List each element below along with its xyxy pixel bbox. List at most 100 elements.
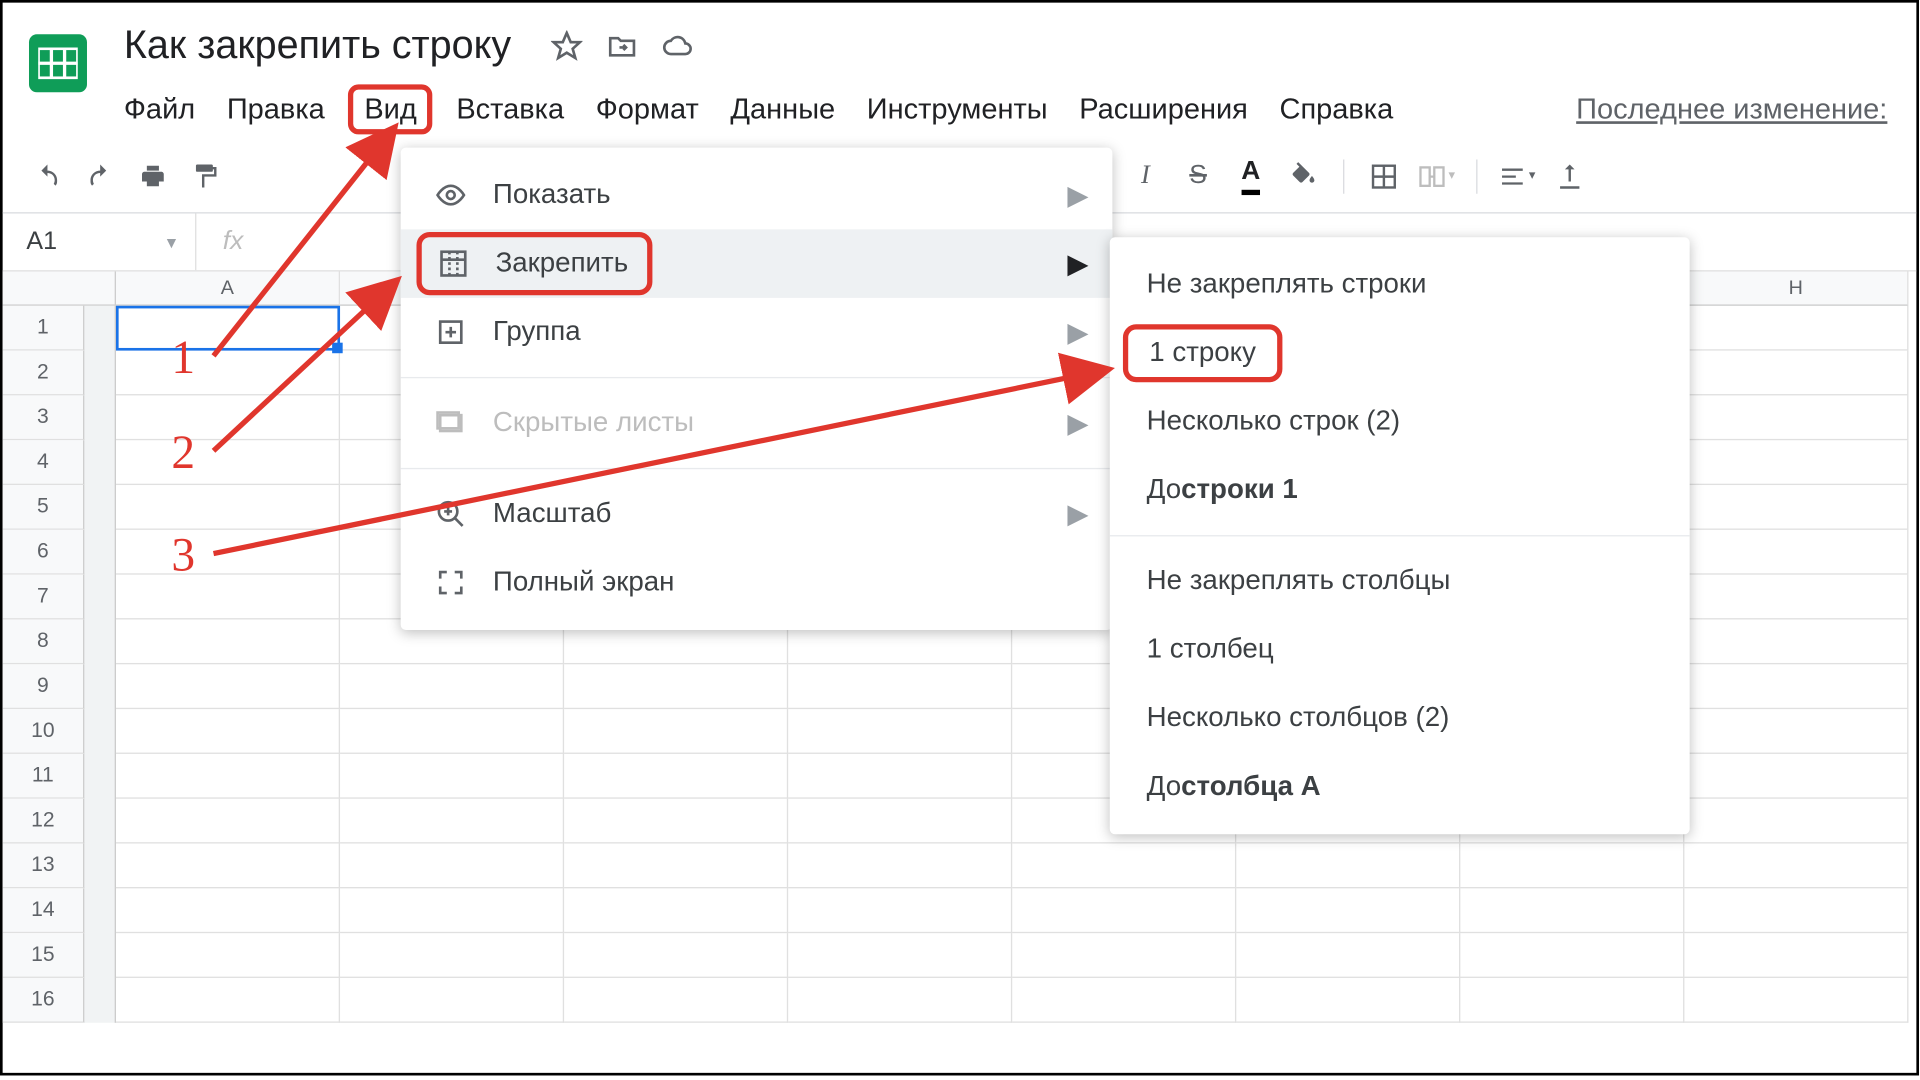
menu-extensions[interactable]: Расширения bbox=[1079, 92, 1248, 126]
cell[interactable] bbox=[564, 709, 788, 754]
row-header[interactable]: 10 bbox=[3, 709, 85, 754]
menu-freeze[interactable]: Закрепить ▶ bbox=[401, 229, 1113, 298]
cell[interactable] bbox=[1684, 351, 1908, 396]
menu-zoom[interactable]: Масштаб ▶ bbox=[401, 480, 1113, 549]
cell[interactable] bbox=[1012, 933, 1236, 978]
fill-color-button[interactable] bbox=[1285, 158, 1322, 195]
cell[interactable] bbox=[1684, 485, 1908, 530]
row-header[interactable]: 4 bbox=[3, 440, 85, 485]
fill-handle[interactable] bbox=[332, 343, 343, 354]
cell[interactable] bbox=[564, 933, 788, 978]
freeze-1-row[interactable]: 1 строку bbox=[1110, 319, 1690, 388]
cell[interactable] bbox=[340, 709, 564, 754]
cell[interactable] bbox=[788, 754, 1012, 799]
last-edit-link[interactable]: Последнее изменение: bbox=[1576, 92, 1890, 126]
cell[interactable] bbox=[1684, 978, 1908, 1023]
star-icon[interactable] bbox=[551, 30, 583, 62]
name-box-dropdown-icon[interactable]: ▼ bbox=[164, 233, 180, 251]
menu-format[interactable]: Формат bbox=[596, 92, 699, 126]
cell[interactable] bbox=[1236, 933, 1460, 978]
row-header[interactable]: 6 bbox=[3, 530, 85, 575]
menu-file[interactable]: Файл bbox=[124, 92, 195, 126]
cell[interactable] bbox=[788, 844, 1012, 889]
cell[interactable] bbox=[116, 575, 340, 620]
cell[interactable] bbox=[1684, 440, 1908, 485]
vertical-align-button[interactable] bbox=[1551, 158, 1588, 195]
cell[interactable] bbox=[1012, 844, 1236, 889]
cell[interactable] bbox=[340, 978, 564, 1023]
row-header[interactable]: 12 bbox=[3, 799, 85, 844]
menu-insert[interactable]: Вставка bbox=[456, 92, 564, 126]
cell[interactable] bbox=[564, 844, 788, 889]
cell[interactable] bbox=[1460, 978, 1684, 1023]
cell[interactable] bbox=[564, 799, 788, 844]
menu-help[interactable]: Справка bbox=[1280, 92, 1394, 126]
undo-button[interactable] bbox=[29, 158, 66, 195]
row-header[interactable]: 11 bbox=[3, 754, 85, 799]
cell[interactable] bbox=[788, 799, 1012, 844]
row-header[interactable]: 15 bbox=[3, 933, 85, 978]
menu-group[interactable]: Группа ▶ bbox=[401, 298, 1113, 367]
cell[interactable] bbox=[788, 709, 1012, 754]
cell[interactable] bbox=[116, 799, 340, 844]
menu-edit[interactable]: Правка bbox=[227, 92, 325, 126]
cell[interactable] bbox=[116, 440, 340, 485]
row-header[interactable]: 2 bbox=[3, 351, 85, 396]
cell[interactable] bbox=[564, 664, 788, 709]
cloud-status-icon[interactable] bbox=[661, 30, 693, 62]
freeze-multi-cols[interactable]: Несколько столбцов (2) bbox=[1110, 684, 1690, 753]
cell[interactable] bbox=[116, 844, 340, 889]
menu-fullscreen[interactable]: Полный экран bbox=[401, 548, 1113, 617]
cell[interactable] bbox=[1684, 844, 1908, 889]
cell[interactable] bbox=[340, 933, 564, 978]
cell[interactable] bbox=[116, 619, 340, 664]
freeze-1-col[interactable]: 1 столбец bbox=[1110, 616, 1690, 685]
cell[interactable] bbox=[1684, 888, 1908, 933]
cell[interactable] bbox=[788, 664, 1012, 709]
cell[interactable] bbox=[116, 351, 340, 396]
cell[interactable] bbox=[1684, 575, 1908, 620]
cell[interactable] bbox=[116, 933, 340, 978]
cell[interactable] bbox=[1236, 844, 1460, 889]
cell[interactable] bbox=[1684, 933, 1908, 978]
freeze-no-rows[interactable]: Не закреплять строки bbox=[1110, 250, 1690, 319]
name-box[interactable]: A1 ▼ bbox=[3, 227, 195, 256]
freeze-upto-row[interactable]: До строки 1 bbox=[1110, 456, 1690, 525]
col-header[interactable]: H bbox=[1684, 272, 1908, 306]
cell[interactable] bbox=[340, 754, 564, 799]
row-header[interactable]: 3 bbox=[3, 395, 85, 440]
col-header[interactable]: A bbox=[116, 272, 340, 306]
menu-view[interactable]: Вид bbox=[349, 84, 433, 134]
cell[interactable] bbox=[340, 888, 564, 933]
freeze-upto-col[interactable]: До столбца A bbox=[1110, 753, 1690, 822]
horizontal-align-button[interactable]: ▾ bbox=[1499, 158, 1536, 195]
cell[interactable] bbox=[1012, 888, 1236, 933]
cell[interactable] bbox=[564, 888, 788, 933]
cell[interactable] bbox=[1684, 530, 1908, 575]
text-color-button[interactable]: A bbox=[1232, 158, 1269, 195]
cell[interactable] bbox=[788, 888, 1012, 933]
cell[interactable] bbox=[1236, 888, 1460, 933]
cell[interactable] bbox=[1460, 888, 1684, 933]
cell[interactable] bbox=[116, 709, 340, 754]
cell[interactable] bbox=[1684, 619, 1908, 664]
cell[interactable] bbox=[1012, 978, 1236, 1023]
cell[interactable] bbox=[1460, 933, 1684, 978]
paint-format-button[interactable] bbox=[187, 158, 224, 195]
strikethrough-button[interactable]: S bbox=[1180, 158, 1217, 195]
freeze-multi-rows[interactable]: Несколько строк (2) bbox=[1110, 387, 1690, 456]
cell[interactable] bbox=[116, 978, 340, 1023]
cell[interactable] bbox=[564, 754, 788, 799]
cell[interactable] bbox=[340, 844, 564, 889]
cell[interactable] bbox=[340, 799, 564, 844]
row-header[interactable]: 13 bbox=[3, 844, 85, 889]
move-icon[interactable] bbox=[606, 30, 638, 62]
cell[interactable] bbox=[116, 888, 340, 933]
cell[interactable] bbox=[116, 395, 340, 440]
cell[interactable] bbox=[1684, 799, 1908, 844]
row-header[interactable]: 7 bbox=[3, 575, 85, 620]
cell[interactable] bbox=[1684, 709, 1908, 754]
cell[interactable] bbox=[116, 754, 340, 799]
doc-title[interactable]: Как закрепить строку bbox=[124, 24, 511, 69]
selected-cell[interactable] bbox=[116, 306, 340, 351]
